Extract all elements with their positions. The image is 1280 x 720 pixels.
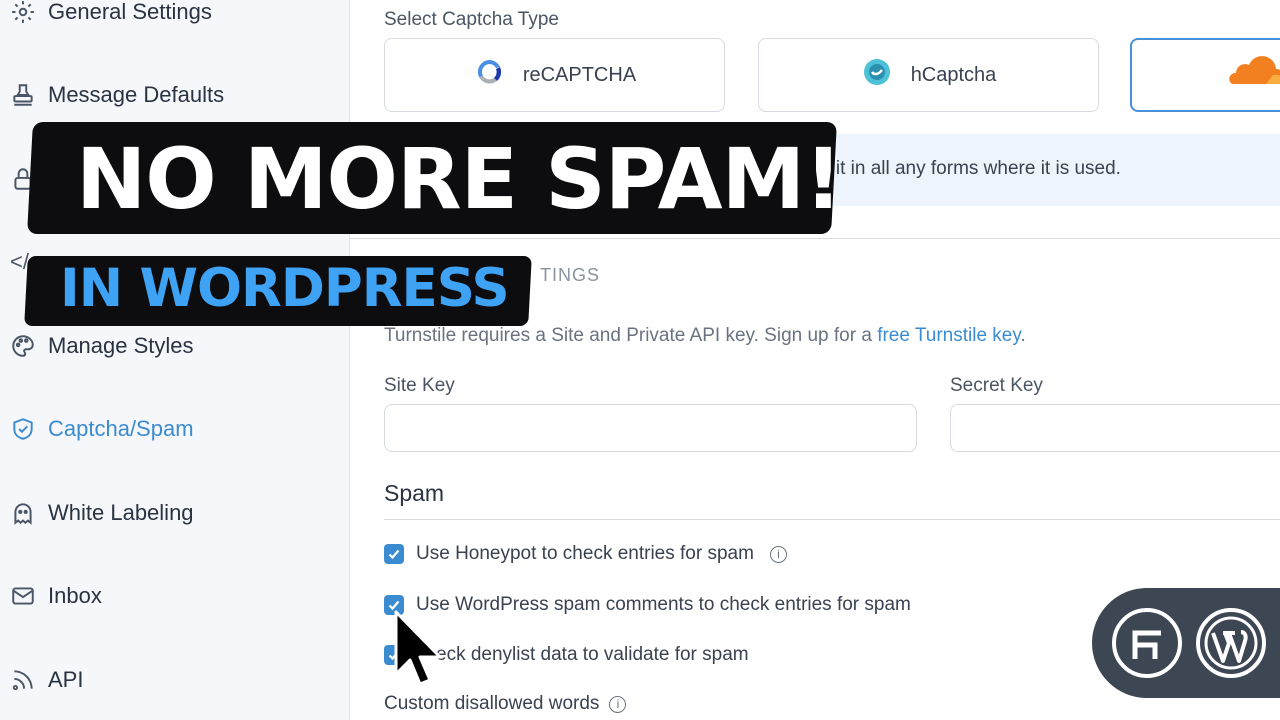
custom-words-label: Custom disallowed words <box>384 693 600 714</box>
sidebar-item-manage-styles[interactable]: Manage Styles <box>10 328 194 364</box>
sidebar-item-general-settings[interactable]: General Settings <box>10 0 212 30</box>
captcha-type-label: Select Captcha Type <box>384 9 559 30</box>
sidebar-item-label: Manage Styles <box>48 333 194 358</box>
sidebar-item-label: Captcha/Spam <box>48 416 194 441</box>
captcha-option-turnstile[interactable] <box>1130 38 1280 112</box>
turnstile-signup-link[interactable]: free Turnstile key <box>877 325 1020 346</box>
captcha-option-recaptcha[interactable]: reCAPTCHA <box>384 38 725 112</box>
turnstile-description-text: Turnstile requires a Site and Private AP… <box>384 325 878 346</box>
sidebar-item-label: White Labeling <box>48 500 194 525</box>
settings-sidebar: General Settings Message Defaults </ Man… <box>0 0 350 720</box>
site-key-input[interactable] <box>384 404 917 452</box>
spam-heading: Spam <box>384 480 445 506</box>
rss-icon <box>10 667 36 693</box>
sidebar-item-api[interactable]: API <box>10 662 83 698</box>
sidebar-item-label: Message Defaults <box>48 82 225 107</box>
info-notice-text: e it in all any forms where it is used. <box>820 158 1121 179</box>
sidebar-item-label: General Settings <box>48 0 212 24</box>
honeypot-label: Use Honeypot to check entries for spam <box>416 543 754 564</box>
sidebar-item-label: API <box>48 667 84 692</box>
gear-icon <box>10 0 36 25</box>
spam-option-wp-comments: Use WordPress spam comments to check ent… <box>384 594 911 616</box>
mail-icon <box>10 583 36 609</box>
captcha-option-label: hCaptcha <box>910 63 997 86</box>
denylist-label: eck denylist data to validate for spam <box>436 644 749 665</box>
wp-spam-comments-label: Use WordPress spam comments to check ent… <box>416 594 911 615</box>
section-divider <box>350 238 1280 239</box>
sidebar-item-message-defaults[interactable]: Message Defaults <box>10 77 224 113</box>
spam-option-honeypot: Use Honeypot to check entries for spam i <box>384 543 787 565</box>
wordpress-logo-icon <box>1196 608 1266 678</box>
recaptcha-icon <box>473 56 505 94</box>
sidebar-item-inbox[interactable]: Inbox <box>10 578 102 614</box>
shield-check-icon <box>10 416 36 442</box>
captcha-option-hcaptcha[interactable]: hCaptcha <box>758 38 1099 112</box>
sidebar-item-white-labeling[interactable]: White Labeling <box>10 495 194 531</box>
turnstile-description-end: . <box>1020 325 1026 346</box>
formidable-logo-icon <box>1112 608 1182 678</box>
subline-text: IN WORDPRESS <box>60 258 510 319</box>
sidebar-item-label: Inbox <box>48 583 102 608</box>
turnstile-settings-heading: TINGS <box>540 265 601 285</box>
cloudflare-icon <box>1220 54 1280 96</box>
ghost-icon <box>10 500 36 526</box>
custom-words-row: Custom disallowed words i <box>384 693 627 715</box>
info-icon[interactable]: i <box>769 545 787 563</box>
sidebar-item-captcha-spam[interactable]: Captcha/Spam <box>10 411 194 447</box>
stamp-icon <box>10 82 36 108</box>
honeypot-checkbox[interactable] <box>384 544 404 564</box>
headline-text: NO MORE SPAM! <box>76 130 843 228</box>
secret-key-label: Secret Key <box>950 375 1043 396</box>
spam-divider <box>384 519 1280 520</box>
mouse-pointer-icon <box>392 610 442 695</box>
secret-key-input[interactable] <box>950 404 1280 452</box>
turnstile-description: Turnstile requires a Site and Private AP… <box>384 325 1026 347</box>
site-key-label: Site Key <box>384 375 455 396</box>
info-icon[interactable]: i <box>609 695 627 713</box>
hcaptcha-icon <box>861 56 893 94</box>
palette-icon <box>10 333 36 359</box>
captcha-option-label: reCAPTCHA <box>522 63 637 86</box>
